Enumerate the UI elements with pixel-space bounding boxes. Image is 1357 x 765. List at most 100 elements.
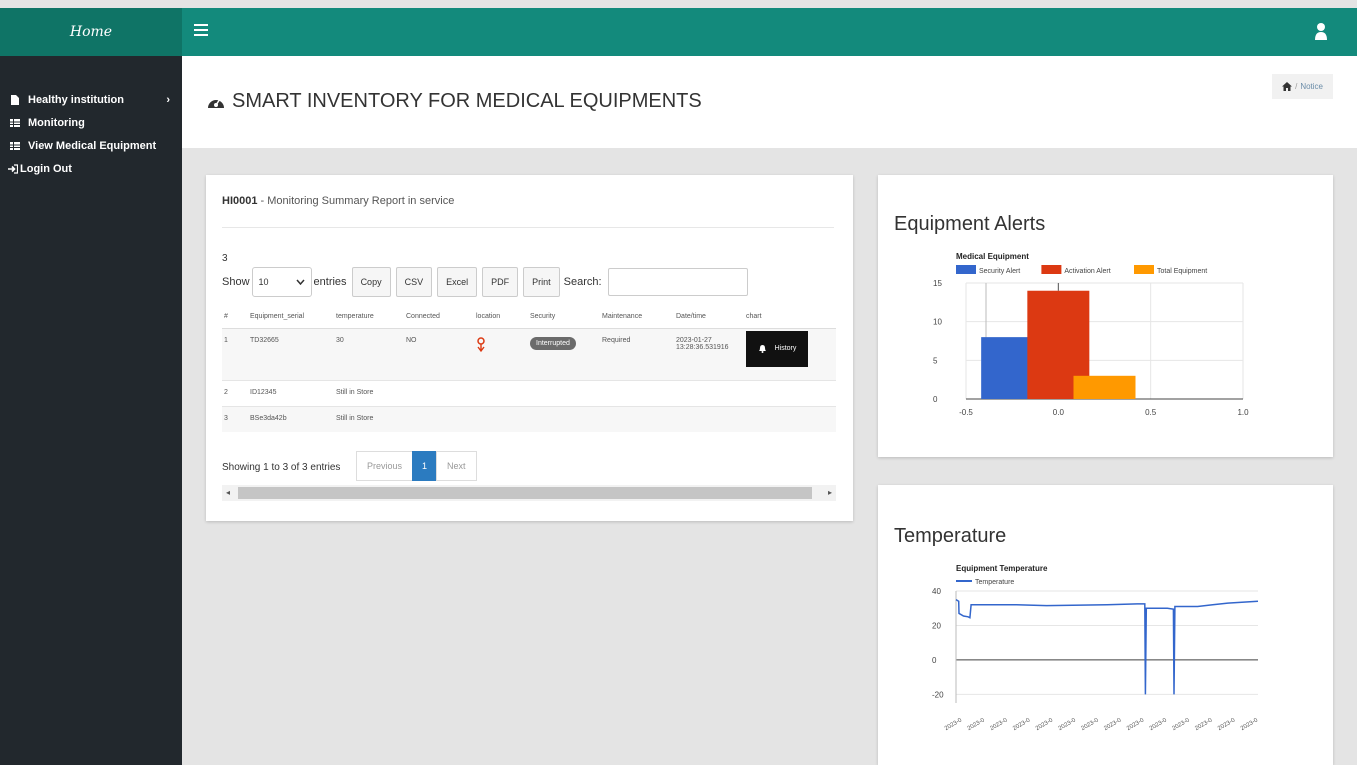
entries-label: entries xyxy=(313,276,347,288)
cell-serial: BSe3da42b xyxy=(248,406,334,432)
scroll-right-icon[interactable]: ▸ xyxy=(828,488,832,497)
y-tick-label: 0 xyxy=(932,656,937,665)
page-title: SMART INVENTORY FOR MEDICAL EQUIPMENTS xyxy=(206,90,702,113)
column-header-serial[interactable]: Equipment_serial xyxy=(248,306,334,329)
table-row: 1 TD32665 30 NO Interrupted Required 202… xyxy=(222,328,836,381)
cell-serial: ID12345 xyxy=(248,380,334,407)
legend-swatch xyxy=(956,265,976,274)
report-title-text: - Monitoring Summary Report in service xyxy=(257,195,455,207)
pdf-button[interactable]: PDF xyxy=(482,267,519,297)
table-row: 3 BSe3da42b Still in Store xyxy=(222,406,836,432)
column-header-location[interactable]: location xyxy=(474,306,528,329)
sidebar-item-healthy-institution[interactable]: Healthy institution › xyxy=(0,88,182,111)
column-header-chart[interactable]: chart xyxy=(744,306,836,329)
x-tick-label: 2023-0 xyxy=(1035,717,1055,732)
csv-button[interactable]: CSV xyxy=(395,267,433,297)
previous-page-button[interactable]: Previous xyxy=(356,451,414,481)
cell-time: 13:28:36.531916 xyxy=(676,343,729,351)
sidebar-item-monitoring[interactable]: Monitoring xyxy=(0,111,182,134)
history-button-label: History xyxy=(774,345,797,352)
breadcrumb-separator: / xyxy=(1295,82,1298,91)
column-header-security[interactable]: Security xyxy=(528,306,600,329)
cell-temperature: 30 xyxy=(334,328,404,381)
sidebar-item-label: Healthy institution xyxy=(28,93,124,106)
column-header-number[interactable]: # xyxy=(222,306,248,329)
history-button[interactable]: History xyxy=(746,330,808,367)
chart-title: Medical Equipment xyxy=(956,252,1029,261)
x-tick-label: 0.0 xyxy=(1053,408,1065,417)
user-icon[interactable] xyxy=(1315,22,1327,40)
chevron-down-icon xyxy=(295,279,305,285)
table-icon xyxy=(10,141,20,150)
legend-label: Security Alert xyxy=(979,268,1020,275)
location-pin-icon[interactable] xyxy=(476,336,486,353)
x-tick-label: 0.5 xyxy=(1145,408,1157,417)
cell-number: 1 xyxy=(222,328,248,381)
x-tick-label: 2023-0 xyxy=(1080,717,1100,732)
next-page-button[interactable]: Next xyxy=(436,451,477,481)
entries-select[interactable]: 10 xyxy=(251,267,312,297)
scroll-left-icon[interactable]: ◂ xyxy=(226,488,230,497)
search-input[interactable] xyxy=(607,268,748,296)
x-tick-label: 2023-0 xyxy=(1012,717,1032,732)
home-icon[interactable] xyxy=(1282,82,1293,91)
y-tick-label: 15 xyxy=(933,279,942,288)
legend-label: Activation Alert xyxy=(1064,268,1110,275)
cell-connected: NO xyxy=(404,328,474,381)
y-tick-label: 10 xyxy=(933,318,942,327)
alerts-bar-chart: Medical Equipment Security Alert Activatio… xyxy=(933,252,1249,417)
sidebar-item-label: View Medical Equipment xyxy=(28,139,157,152)
cell-datetime: 2023-01-27 13:28:36.531916 xyxy=(674,328,744,381)
bar xyxy=(1073,375,1136,399)
x-tick-label: 2023-0 xyxy=(967,717,987,732)
column-header-connected[interactable]: Connected xyxy=(404,306,474,329)
record-count: 3 xyxy=(222,253,228,264)
page-1-button[interactable]: 1 xyxy=(412,451,438,481)
x-tick-label: -0.5 xyxy=(959,408,973,417)
legend-label: Temperature xyxy=(975,579,1014,586)
column-header-datetime[interactable]: Date/time xyxy=(674,306,744,329)
page-header: SMART INVENTORY FOR MEDICAL EQUIPMENTS /… xyxy=(182,56,1357,148)
x-tick-label: 2023-0 xyxy=(1126,717,1146,732)
report-title: HI0001 - Monitoring Summary Report in se… xyxy=(222,195,454,207)
cell-temperature: Still in Store xyxy=(334,380,836,407)
column-header-temperature[interactable]: temperature xyxy=(334,306,404,329)
table-icon xyxy=(10,118,20,127)
print-button[interactable]: Print xyxy=(523,267,560,297)
scrollbar-thumb[interactable] xyxy=(238,487,812,499)
legend-label: Total Equipment xyxy=(1157,268,1207,275)
report-institution-id: HI0001 xyxy=(222,195,258,207)
x-tick-label: 2023-0 xyxy=(1103,717,1123,732)
top-navbar: Home xyxy=(0,8,1357,56)
hamburger-menu-icon[interactable] xyxy=(194,24,208,38)
x-tick-label: 2023-0 xyxy=(1172,717,1192,732)
sidebar-item-view-medical-equipment[interactable]: View Medical Equipment xyxy=(0,134,182,157)
excel-button[interactable]: Excel xyxy=(437,267,478,297)
horizontal-scrollbar[interactable]: ◂ ▸ xyxy=(222,485,836,501)
cell-temperature: Still in Store xyxy=(334,406,836,432)
equipment-table: # Equipment_serial temperature Connected… xyxy=(222,306,836,432)
cell-security: Interrupted xyxy=(528,328,600,381)
breadcrumb-current[interactable]: Notice xyxy=(1300,82,1323,91)
monitoring-report-card: HI0001 - Monitoring Summary Report in se… xyxy=(206,175,853,521)
column-header-maintenance[interactable]: Maintenance xyxy=(600,306,674,329)
table-controls: Show 10 entries Copy CSV Excel PDF Print… xyxy=(222,267,748,297)
sidebar-item-login-out[interactable]: Login Out xyxy=(0,157,182,180)
cell-chart: History xyxy=(744,328,836,381)
sidebar: Healthy institution › Monitoring View Me… xyxy=(0,56,182,765)
cell-number: 2 xyxy=(222,380,248,407)
y-tick-label: 20 xyxy=(932,621,941,630)
y-tick-label: 5 xyxy=(933,356,938,365)
cell-number: 3 xyxy=(222,406,248,432)
pagination: Previous 1 Next xyxy=(356,451,477,481)
legend-swatch xyxy=(1134,265,1154,274)
x-tick-label: 2023-0 xyxy=(1194,717,1214,732)
copy-button[interactable]: Copy xyxy=(351,267,391,297)
brand-home-link[interactable]: Home xyxy=(0,8,182,56)
x-tick-label: 2023-0 xyxy=(944,717,964,732)
legend-swatch xyxy=(1041,265,1062,274)
y-tick-label: -20 xyxy=(932,690,944,699)
sign-out-icon xyxy=(8,163,18,174)
cell-serial: TD32665 xyxy=(248,328,334,381)
cell-location xyxy=(474,328,528,381)
